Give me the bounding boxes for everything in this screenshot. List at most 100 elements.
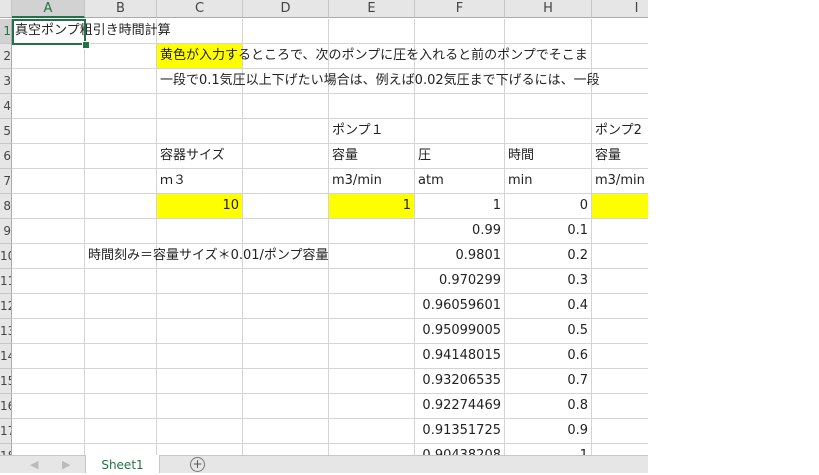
cell-c12[interactable] [157,294,243,319]
cell-a9[interactable] [12,219,85,244]
cell-e1[interactable] [329,19,415,44]
cell-a5[interactable] [12,119,85,144]
select-all-corner[interactable] [0,0,12,18]
column-header-c[interactable]: C [157,0,243,18]
cell-c14[interactable] [157,344,243,369]
cell-a18[interactable] [12,444,85,455]
column-header-a[interactable]: A [12,0,85,18]
cell-d8[interactable] [243,194,329,219]
cell-c5[interactable] [157,119,243,144]
cell-i14[interactable] [592,344,648,369]
cell-b17[interactable] [85,419,157,444]
cell-d9[interactable] [243,219,329,244]
cell-b15[interactable] [85,369,157,394]
cell-b14[interactable] [85,344,157,369]
cell-i18[interactable] [592,444,648,455]
cell-c16[interactable] [157,394,243,419]
cell-a7[interactable] [12,169,85,194]
cell-f4[interactable] [415,94,505,119]
cell-d1[interactable] [243,19,329,44]
cell-f5[interactable] [415,119,505,144]
cell-d15[interactable] [243,369,329,394]
row-header-2[interactable]: 2 [0,44,12,69]
row-header-6[interactable]: 6 [0,144,12,169]
cell-c18[interactable] [157,444,243,455]
row-header-8[interactable]: 8 [0,194,12,219]
cell-e14[interactable] [329,344,415,369]
cell-a17[interactable] [12,419,85,444]
cell-i1[interactable] [592,19,648,44]
cell-e13[interactable] [329,319,415,344]
row-header-13[interactable]: 13 [0,319,12,344]
cell-h5[interactable] [505,119,592,144]
cell-i15[interactable] [592,369,648,394]
cell-b6[interactable] [85,144,157,169]
column-header-e[interactable]: E [329,0,415,18]
cell-d5[interactable] [243,119,329,144]
cell-c4[interactable] [157,94,243,119]
cell-b16[interactable] [85,394,157,419]
cell-d11[interactable] [243,269,329,294]
cell-d18[interactable] [243,444,329,455]
cell-i17[interactable] [592,419,648,444]
row-header-9[interactable]: 9 [0,219,12,244]
row-header-16[interactable]: 16 [0,394,12,419]
column-header-b[interactable]: B [85,0,157,18]
cell-i13[interactable] [592,319,648,344]
cell-i8[interactable] [592,194,648,219]
cell-d13[interactable] [243,319,329,344]
cell-c13[interactable] [157,319,243,344]
cell-a15[interactable] [12,369,85,394]
cell-b3[interactable] [85,69,157,94]
fill-handle[interactable] [82,41,90,49]
cell-b7[interactable] [85,169,157,194]
column-header-i[interactable]: I [592,0,648,18]
row-header-7[interactable]: 7 [0,169,12,194]
spreadsheet-grid[interactable]: ABCDEFHI123456789101112131415161718真空ポンプ… [0,0,648,455]
add-sheet-icon[interactable]: + [190,457,205,472]
cell-i12[interactable] [592,294,648,319]
cell-e4[interactable] [329,94,415,119]
cell-c9[interactable] [157,219,243,244]
cell-e15[interactable] [329,369,415,394]
cell-d17[interactable] [243,419,329,444]
cell-c15[interactable] [157,369,243,394]
row-header-14[interactable]: 14 [0,344,12,369]
column-header-h[interactable]: H [505,0,592,18]
cell-e10[interactable] [329,244,415,269]
row-header-1[interactable]: 1 [0,19,12,44]
cell-i2[interactable] [592,44,648,69]
cell-a12[interactable] [12,294,85,319]
cell-b5[interactable] [85,119,157,144]
row-header-11[interactable]: 11 [0,269,12,294]
row-header-15[interactable]: 15 [0,369,12,394]
row-header-17[interactable]: 17 [0,419,12,444]
cell-a16[interactable] [12,394,85,419]
cell-b4[interactable] [85,94,157,119]
cell-i9[interactable] [592,219,648,244]
sheet-tab-sheet1[interactable]: Sheet1 [85,455,160,473]
cell-h4[interactable] [505,94,592,119]
cell-c11[interactable] [157,269,243,294]
cell-a10[interactable] [12,244,85,269]
cell-e11[interactable] [329,269,415,294]
row-header-3[interactable]: 3 [0,69,12,94]
cell-e16[interactable] [329,394,415,419]
cell-e12[interactable] [329,294,415,319]
cell-d6[interactable] [243,144,329,169]
cell-i10[interactable] [592,244,648,269]
cell-d12[interactable] [243,294,329,319]
cell-d7[interactable] [243,169,329,194]
cell-b2[interactable] [85,44,157,69]
column-header-d[interactable]: D [243,0,329,18]
cell-d4[interactable] [243,94,329,119]
cell-a3[interactable] [12,69,85,94]
cell-e9[interactable] [329,219,415,244]
cell-a11[interactable] [12,269,85,294]
row-header-5[interactable]: 5 [0,119,12,144]
cell-a6[interactable] [12,144,85,169]
row-header-12[interactable]: 12 [0,294,12,319]
scroll-tabs-right-icon[interactable]: ▶ [62,456,70,473]
cell-i4[interactable] [592,94,648,119]
cell-b9[interactable] [85,219,157,244]
